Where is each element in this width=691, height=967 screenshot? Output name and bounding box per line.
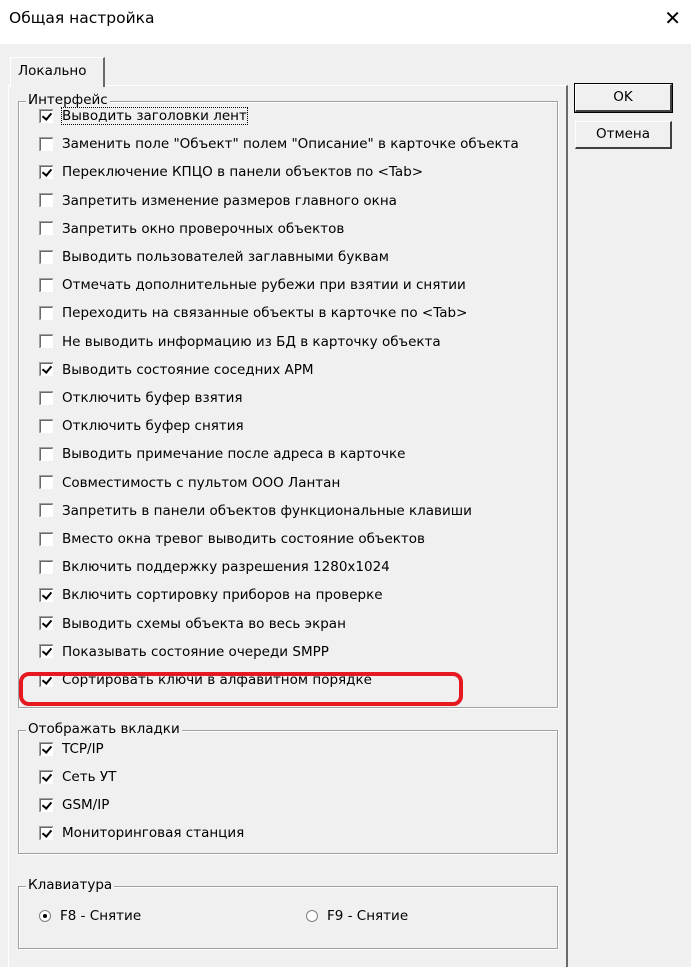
checkbox-row[interactable]: Запретить в панели объектов функциональн… [39,500,472,522]
cancel-button[interactable]: Отмена [575,121,672,149]
checkbox-label: Отключить буфер взятия [62,390,243,406]
checkbox-label: Переключение КПЦО в панели объектов по <… [62,164,424,181]
checkbox-row[interactable]: Выводить состояние соседних АРМ [39,359,314,381]
tab-panel: Интерфейс Выводить заголовки лент Заменит… [8,85,568,967]
checkbox-row[interactable]: Выводить заголовки лент [39,105,248,127]
checkbox-label: Отключить буфер снятия [62,418,244,435]
checkbox[interactable] [39,446,53,461]
checkbox-row[interactable]: Отключить буфер снятия [39,415,244,437]
checkbox-row[interactable]: Отключить буфер взятия [39,387,243,409]
checkbox-row[interactable]: Сеть УТ [39,766,117,788]
close-icon[interactable]: ✕ [664,6,681,30]
checkbox-row[interactable]: Выводить пользователей заглавными буквам [39,246,389,268]
radio-label: F9 - Снятие [327,908,409,924]
radio-button[interactable] [39,910,51,922]
checkbox-label: GSM/IP [62,797,110,813]
checkbox-label: Запретить окно проверочных объектов [62,220,345,237]
checkbox-label: Выводить пользователей заглавными буквам [62,249,389,265]
checkbox[interactable] [39,503,53,518]
checkbox-row[interactable]: Не выводить информацию из БД в карточку … [39,331,441,353]
checkbox[interactable] [39,644,53,659]
checkbox[interactable] [39,164,53,179]
checkbox-label: Выводить схемы объекта во весь экран [62,615,346,632]
checkbox-label: Отмечать дополнительные рубежи при взяти… [62,277,466,294]
checkbox[interactable] [39,741,53,756]
tab-local[interactable]: Локально [10,57,105,87]
checkbox-row[interactable]: Сортировать ключи в алфавитном порядке [39,669,372,691]
checkbox-label: TCP/IP [62,741,104,757]
keyboard-group: Клавиатура F8 - Снятие F9 - Снятие [18,877,558,949]
radio-option[interactable]: F9 - Снятие [306,905,408,927]
checkbox[interactable] [39,221,53,236]
checkbox-label: Выводить состояние соседних АРМ [62,361,314,378]
checkbox-row[interactable]: Мониторинговая станция [39,822,245,844]
checkbox[interactable] [39,193,53,208]
checkbox[interactable] [39,108,53,123]
checkbox[interactable] [39,277,53,292]
checkbox-row[interactable]: Включить сортировку приборов на проверке [39,584,383,606]
checkbox-label: Включить сортировку приборов на проверке [62,587,383,604]
checkbox[interactable] [39,249,53,264]
checkbox-label: Сортировать ключи в алфавитном порядке [62,672,372,688]
checkbox-row[interactable]: Заменить поле "Объект" полем "Описание" … [39,133,519,155]
checkbox-label: Включить поддержку разрешения 1280x1024 [62,559,390,576]
checkbox-label: Не выводить информацию из БД в карточку … [62,333,441,350]
checkbox-row[interactable]: Запретить окно проверочных объектов [39,218,345,240]
checkbox-row[interactable]: Переходить на связанные объекты в карточ… [39,302,468,324]
checkbox-label: Запретить в панели объектов функциональн… [62,502,472,519]
checkbox-row[interactable]: Запретить изменение размеров главного ок… [39,190,397,212]
window-title: Общая настройка [9,9,155,27]
checkbox-label: Выводить примечание после адреса в карто… [62,446,406,463]
checkbox-row[interactable]: Выводить схемы объекта во весь экран [39,613,346,635]
checkbox[interactable] [39,825,53,840]
checkbox[interactable] [39,305,53,320]
tabs-group-title: Отображать вкладки [26,721,182,737]
checkbox[interactable] [39,531,53,546]
checkbox-row[interactable]: Совместимость с пультом ООО Лантан [39,472,341,494]
checkbox[interactable] [39,769,53,784]
checkbox-row[interactable]: Показывать состояние очереди SMPP [39,641,329,663]
keyboard-group-title: Клавиатура [26,877,115,893]
checkbox-label: Заменить поле "Объект" полем "Описание" … [62,136,519,153]
checkbox[interactable] [39,587,53,602]
checkbox[interactable] [39,672,53,687]
checkbox-row[interactable]: GSM/IP [39,794,110,816]
ok-button[interactable]: OK [574,83,673,113]
checkbox-label: Сеть УТ [62,769,117,785]
interface-group: Интерфейс Выводить заголовки лент Заменит… [18,92,558,708]
checkbox-label: Запретить изменение размеров главного ок… [62,192,397,209]
checkbox[interactable] [39,390,53,405]
checkbox[interactable] [39,559,53,574]
radio-option[interactable]: F8 - Снятие [39,905,141,927]
checkbox-label: Показывать состояние очереди SMPP [62,643,329,660]
checkbox-label: Вместо окна тревог выводить состояние об… [62,531,425,547]
checkbox[interactable] [39,616,53,631]
checkbox-row[interactable]: Отмечать дополнительные рубежи при взяти… [39,274,466,296]
checkbox[interactable] [39,334,53,349]
radio-label: F8 - Снятие [60,908,142,924]
checkbox[interactable] [39,797,53,812]
checkbox-label: Переходить на связанные объекты в карточ… [62,305,468,322]
checkbox-label: Совместимость с пультом ООО Лантан [62,474,341,491]
radio-button[interactable] [306,910,318,922]
checkbox[interactable] [39,418,53,433]
settings-dialog: Общая настройка ✕ Локально Интерфейс Выв… [0,0,691,967]
checkbox-row[interactable]: Выводить примечание после адреса в карто… [39,443,406,465]
checkbox-label: Мониторинговая станция [62,825,245,841]
checkbox-row[interactable]: Включить поддержку разрешения 1280x1024 [39,556,390,578]
title-bar: Общая настройка ✕ [0,0,691,45]
checkbox[interactable] [39,362,53,377]
checkbox[interactable] [39,475,53,490]
tabs-visibility-group: Отображать вкладки TCP/IP Сеть УТ GSM/IP Мо… [18,721,558,854]
checkbox-row[interactable]: TCP/IP [39,738,104,760]
checkbox-label: Выводить заголовки лент [61,107,248,125]
checkbox-row[interactable]: Переключение КПЦО в панели объектов по <… [39,161,424,183]
checkbox-row[interactable]: Вместо окна тревог выводить состояние об… [39,528,425,550]
checkbox[interactable] [39,136,53,151]
